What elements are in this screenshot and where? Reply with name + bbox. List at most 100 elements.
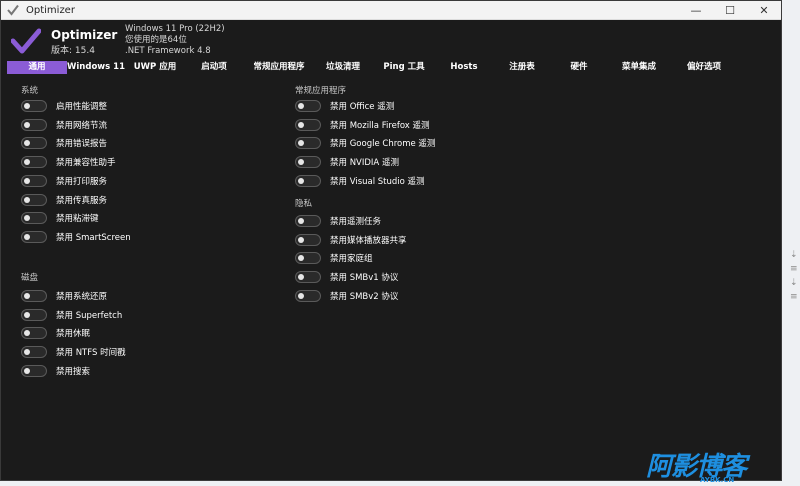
toggle-switch[interactable] [295, 137, 321, 150]
system-info: Windows 11 Pro (22H2) 您使用的是64位 .NET Fram… [125, 24, 225, 57]
toggle-switch[interactable] [295, 289, 321, 302]
section-title-privacy: 隐私 [295, 199, 313, 209]
toggle-switch[interactable] [295, 233, 321, 246]
option-label[interactable]: 启用性能调整 [56, 100, 107, 112]
toggle-knob [24, 293, 30, 299]
option-label[interactable]: 禁用传真服务 [56, 194, 107, 206]
toggle-switch[interactable] [295, 215, 321, 227]
option-row-system: 禁用粘滞键 [21, 211, 99, 225]
option-label[interactable]: 禁用 SMBv2 协议 [330, 290, 398, 302]
toggle-knob [298, 177, 304, 184]
edge-arrow-icon: ⇣ [790, 278, 798, 288]
tab-4[interactable]: 常规应用程序 [243, 61, 315, 74]
title-bar[interactable]: Optimizer — ☐ ✕ [1, 1, 781, 20]
option-label[interactable]: 禁用 NTFS 时间戳 [56, 346, 126, 358]
toggle-knob [298, 292, 304, 299]
option-row-system: 禁用 SmartScreen [21, 230, 131, 244]
tab-7[interactable]: Hosts [437, 61, 491, 74]
toggle-switch[interactable] [21, 193, 47, 206]
close-button[interactable]: ✕ [747, 1, 781, 19]
option-label[interactable]: 禁用系统还原 [56, 290, 107, 302]
toggle-switch[interactable] [21, 327, 47, 340]
option-label[interactable]: 禁用家庭组 [330, 252, 373, 264]
toggle-switch[interactable] [21, 174, 47, 187]
option-label[interactable]: 禁用 SmartScreen [56, 231, 131, 243]
toggle-switch[interactable] [21, 137, 47, 150]
toggle-switch[interactable] [21, 290, 47, 302]
app-name: Optimizer [51, 28, 118, 42]
tab-3[interactable]: 启动项 [185, 61, 243, 74]
toggle-switch[interactable] [295, 156, 321, 169]
option-label[interactable]: 禁用打印服务 [56, 175, 107, 187]
toggle-knob [298, 236, 304, 243]
maximize-button[interactable]: ☐ [713, 1, 747, 19]
edge-list-icon: ≡ [790, 292, 798, 302]
toggle-switch[interactable] [295, 100, 321, 112]
toggle-knob [24, 311, 30, 318]
toggle-switch[interactable] [21, 346, 47, 359]
toggle-knob [24, 140, 30, 147]
tab-bar: 通用 Windows 11 UWP 应用 启动项 常规应用程序 垃圾清理 Ping 工具 Ho… [7, 61, 777, 74]
option-label[interactable]: 禁用兼容性助手 [56, 156, 116, 168]
option-row-privacy: 禁用 SMBv2 协议 [295, 289, 398, 303]
option-label[interactable]: 禁用 Google Chrome 遥测 [330, 137, 435, 149]
toggle-switch[interactable] [21, 230, 47, 243]
option-label[interactable]: 禁用网络节流 [56, 119, 107, 131]
toggle-switch[interactable] [21, 212, 47, 225]
tab-1[interactable]: Windows 11 [67, 61, 125, 74]
section-title-disk: 磁盘 [21, 273, 39, 283]
option-label[interactable]: 禁用搜索 [56, 365, 90, 377]
toggle-knob [24, 103, 30, 109]
toggle-switch[interactable] [295, 174, 321, 187]
tab-8[interactable]: 注册表 [491, 61, 553, 74]
option-label[interactable]: 禁用 Superfetch [56, 309, 122, 321]
tab-2[interactable]: UWP 应用 [125, 61, 185, 74]
toggle-switch[interactable] [21, 308, 47, 321]
option-row-system: 禁用传真服务 [21, 193, 107, 207]
option-row-system: 禁用兼容性助手 [21, 155, 116, 169]
option-label[interactable]: 禁用媒体播放器共享 [330, 234, 407, 246]
option-label[interactable]: 禁用休眠 [56, 327, 90, 339]
option-row-disk: 禁用休眠 [21, 326, 90, 340]
app-version: 版本: 15.4 [51, 46, 95, 56]
tab-5[interactable]: 垃圾清理 [315, 61, 371, 74]
option-row-apps: 禁用 NVIDIA 遥测 [295, 155, 399, 169]
tab-9[interactable]: 硬件 [553, 61, 605, 74]
toggle-switch[interactable] [21, 364, 47, 377]
option-label[interactable]: 禁用 Mozilla Firefox 遥测 [330, 119, 430, 131]
option-label[interactable]: 禁用 Visual Studio 遥测 [330, 175, 425, 187]
option-label[interactable]: 禁用 NVIDIA 遥测 [330, 156, 399, 168]
toggle-knob [298, 103, 304, 109]
minimize-button[interactable]: — [679, 1, 713, 19]
option-row-apps: 禁用 Visual Studio 遥测 [295, 174, 425, 188]
section-title-system: 系统 [21, 86, 39, 96]
option-label[interactable]: 禁用遥测任务 [330, 215, 381, 227]
option-row-disk: 禁用搜索 [21, 364, 90, 378]
toggle-switch[interactable] [295, 252, 321, 265]
tab-10[interactable]: 菜单集成 [605, 61, 673, 74]
app-header: Optimizer 版本: 15.4 Windows 11 Pro (22H2)… [1, 20, 781, 60]
option-label[interactable]: 禁用错误报告 [56, 137, 107, 149]
option-row-system: 禁用网络节流 [21, 118, 107, 132]
toggle-switch[interactable] [21, 156, 47, 169]
option-label[interactable]: 禁用 Office 遥测 [330, 100, 394, 112]
toggle-knob [298, 274, 304, 281]
section-title-apps: 常规应用程序 [295, 86, 347, 96]
edge-arrow-icon: ⇣ [790, 250, 798, 260]
toggle-switch[interactable] [21, 100, 47, 112]
toggle-knob [24, 177, 30, 184]
toggle-switch[interactable] [295, 118, 321, 131]
option-row-apps: 禁用 Office 遥测 [295, 99, 394, 113]
toggle-switch[interactable] [295, 271, 321, 284]
toggle-knob [298, 255, 304, 262]
tab-6[interactable]: Ping 工具 [371, 61, 437, 74]
tab-0[interactable]: 通用 [7, 61, 67, 74]
edge-controls: ⇣ ≡ ⇣ ≡ [790, 248, 798, 304]
option-row-disk: 禁用系统还原 [21, 289, 107, 303]
tab-11[interactable]: 偏好选项 [673, 61, 735, 74]
watermark-url: AYBK.CN [700, 476, 735, 484]
option-label[interactable]: 禁用粘滞键 [56, 212, 99, 224]
option-label[interactable]: 禁用 SMBv1 协议 [330, 271, 398, 283]
toggle-switch[interactable] [21, 118, 47, 131]
toggle-knob [298, 218, 304, 224]
